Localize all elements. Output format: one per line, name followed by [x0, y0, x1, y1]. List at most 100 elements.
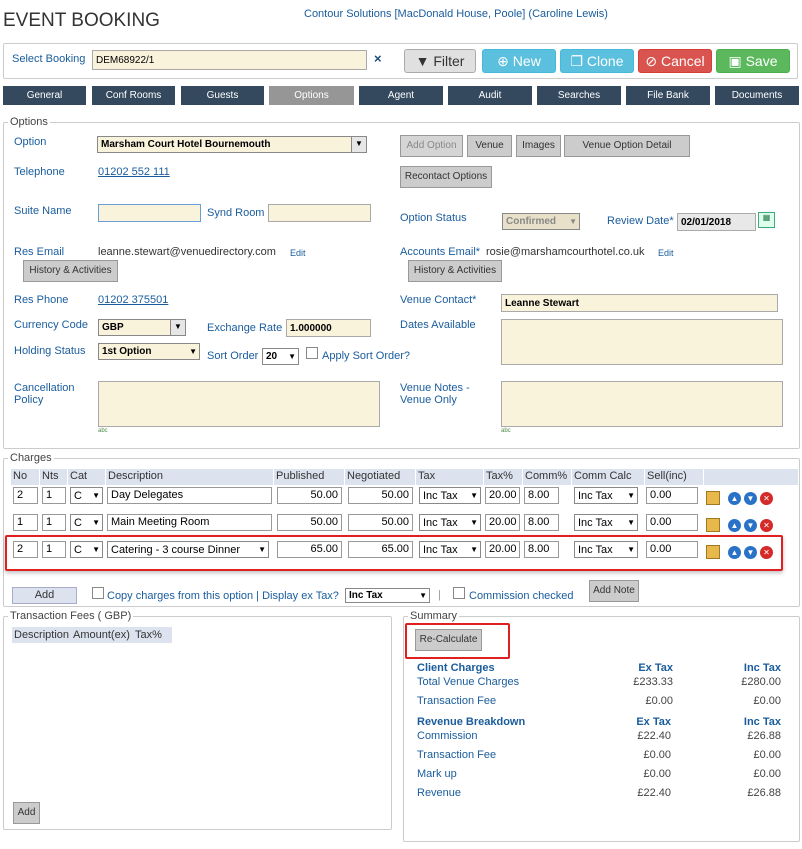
row3-tax-percent[interactable]: 20.00 [485, 541, 520, 558]
res-phone-link[interactable]: 01202 375501 [98, 294, 168, 306]
delete-icon[interactable]: ✕ [760, 492, 773, 505]
add-note-button[interactable]: Add Note [589, 580, 639, 602]
cancel-button[interactable]: ⊘ Cancel [638, 49, 712, 73]
row3-published[interactable]: 65.00 [277, 541, 342, 558]
row1-comm-calc[interactable]: Inc Tax ▼ [574, 487, 638, 504]
clone-label: Clone [586, 53, 624, 69]
dropdown-icon: ▼ [92, 518, 100, 527]
row2-nts[interactable]: 1 [42, 514, 66, 531]
res-history-button[interactable]: History & Activities [23, 260, 118, 282]
delete-icon[interactable]: ✕ [760, 546, 773, 559]
option-status-select[interactable]: Confirmed ▼ [502, 213, 580, 230]
row3-comm-percent[interactable]: 8.00 [524, 541, 559, 558]
add-option-button[interactable]: Add Option [400, 135, 463, 157]
filter-button[interactable]: ▼ Filter [404, 49, 476, 73]
tab-general[interactable]: General [3, 86, 86, 105]
exchange-rate-input[interactable]: 1.000000 [286, 319, 371, 337]
venue-contact-input[interactable]: Leanne Stewart [501, 294, 778, 312]
tab-documents[interactable]: Documents [715, 86, 799, 105]
move-down-icon[interactable]: ▼ [744, 519, 757, 532]
spellcheck-icon[interactable]: abc [501, 428, 511, 434]
notes-icon[interactable] [706, 518, 720, 532]
new-button[interactable]: ⊕ New [482, 49, 556, 73]
row1-nts[interactable]: 1 [42, 487, 66, 504]
commission-checked-checkbox[interactable] [453, 587, 465, 599]
tab-searches[interactable]: Searches [537, 86, 621, 105]
row2-published[interactable]: 50.00 [277, 514, 342, 531]
tab-conf-rooms[interactable]: Conf Rooms [92, 86, 175, 105]
row2-tax[interactable]: Inc Tax ▼ [419, 514, 481, 531]
row3-nts[interactable]: 1 [42, 541, 66, 558]
currency-select[interactable]: GBP ▼ [98, 319, 186, 336]
row2-description[interactable]: Main Meeting Room [107, 514, 272, 531]
recalculate-button[interactable]: Re-Calculate [415, 629, 482, 651]
notes-icon[interactable] [706, 491, 720, 505]
option-status-label: Option Status [400, 212, 467, 224]
sort-order-select[interactable]: 20 ▼ [262, 348, 299, 365]
review-date-input[interactable]: 02/01/2018 [677, 213, 756, 231]
venue-button[interactable]: Venue [467, 135, 512, 157]
venue-notes-textarea[interactable] [501, 381, 783, 427]
row1-negotiated[interactable]: 50.00 [348, 487, 413, 504]
move-down-icon[interactable]: ▼ [744, 546, 757, 559]
row3-sell[interactable]: 0.00 [646, 541, 698, 558]
row2-tax-percent[interactable]: 20.00 [485, 514, 520, 531]
move-up-icon[interactable]: ▲ [728, 519, 741, 532]
row3-no[interactable]: 2 [13, 541, 38, 558]
accounts-email-edit-link[interactable]: Edit [658, 248, 674, 258]
row1-no[interactable]: 2 [13, 487, 38, 504]
tab-file-bank[interactable]: File Bank [626, 86, 710, 105]
tab-guests[interactable]: Guests [181, 86, 264, 105]
row2-cat[interactable]: C ▼ [70, 514, 103, 531]
row2-sell[interactable]: 0.00 [646, 514, 698, 531]
venue-option-detail-button[interactable]: Venue Option Detail [564, 135, 690, 157]
option-select[interactable]: Marsham Court Hotel Bournemouth ▼ [97, 136, 367, 153]
delete-icon[interactable]: ✕ [760, 519, 773, 532]
images-button[interactable]: Images [516, 135, 561, 157]
tab-audit[interactable]: Audit [448, 86, 532, 105]
calendar-icon[interactable]: ▦ [758, 212, 775, 228]
new-label: New [512, 53, 541, 69]
move-up-icon[interactable]: ▲ [728, 492, 741, 505]
clear-icon[interactable]: × [374, 51, 382, 66]
add-charge-button[interactable]: Add [12, 587, 77, 604]
notes-icon[interactable] [706, 545, 720, 559]
tab-agent[interactable]: Agent [359, 86, 443, 105]
row2-comm-percent[interactable]: 8.00 [524, 514, 559, 531]
row1-cat[interactable]: C ▼ [70, 487, 103, 504]
row3-comm-calc[interactable]: Inc Tax ▼ [574, 541, 638, 558]
telephone-link[interactable]: 01202 552 111 [98, 166, 170, 178]
row1-comm-percent[interactable]: 8.00 [524, 487, 559, 504]
row3-tax[interactable]: Inc Tax ▼ [419, 541, 481, 558]
suite-name-input[interactable] [98, 204, 201, 222]
holding-status-select[interactable]: 1st Option ▼ [98, 343, 200, 360]
recontact-options-button[interactable]: Recontact Options [400, 166, 492, 188]
row2-negotiated[interactable]: 50.00 [348, 514, 413, 531]
move-down-icon[interactable]: ▼ [744, 492, 757, 505]
row1-tax-percent[interactable]: 20.00 [485, 487, 520, 504]
tab-options[interactable]: Options [269, 86, 354, 105]
dates-available-textarea[interactable] [501, 319, 783, 365]
save-button[interactable]: ▣ Save [716, 49, 790, 73]
apply-sort-checkbox[interactable] [306, 347, 318, 359]
display-tax-select[interactable]: Inc Tax ▼ [345, 588, 430, 603]
add-fee-button[interactable]: Add [13, 802, 40, 824]
row3-negotiated[interactable]: 65.00 [348, 541, 413, 558]
row1-sell[interactable]: 0.00 [646, 487, 698, 504]
spellcheck-icon[interactable]: abc [98, 428, 108, 434]
clone-button[interactable]: ❐ Clone [560, 49, 634, 73]
row1-published[interactable]: 50.00 [277, 487, 342, 504]
row1-description[interactable]: Day Delegates [107, 487, 272, 504]
cancellation-policy-textarea[interactable] [98, 381, 380, 427]
accounts-history-button[interactable]: History & Activities [408, 260, 502, 282]
move-up-icon[interactable]: ▲ [728, 546, 741, 559]
row1-tax[interactable]: Inc Tax ▼ [419, 487, 481, 504]
res-email-edit-link[interactable]: Edit [290, 248, 306, 258]
row2-comm-calc[interactable]: Inc Tax ▼ [574, 514, 638, 531]
copy-charges-checkbox[interactable] [92, 587, 104, 599]
synd-room-input[interactable] [268, 204, 371, 222]
row3-description[interactable]: Catering - 3 course Dinner ▼ [107, 541, 269, 558]
row3-cat[interactable]: C ▼ [70, 541, 103, 558]
row2-no[interactable]: 1 [13, 514, 38, 531]
booking-input[interactable]: DEM68922/1 [92, 50, 367, 70]
